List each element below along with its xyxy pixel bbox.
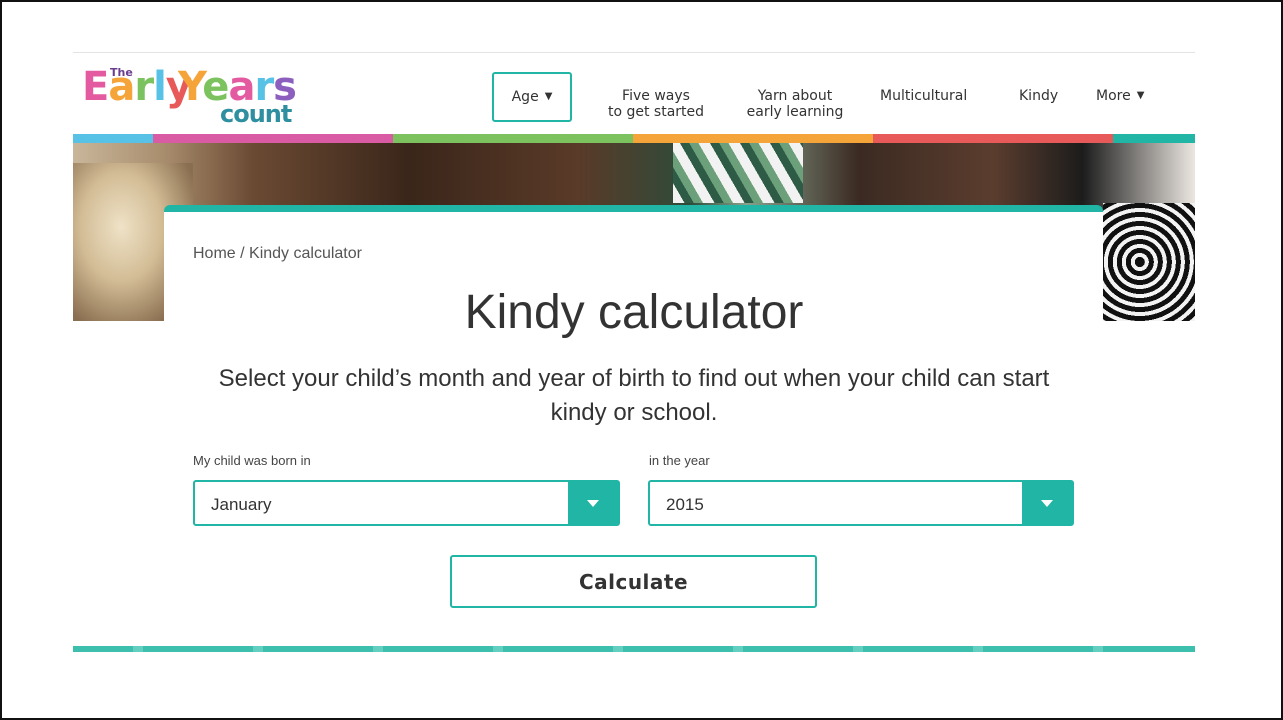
nav-five-ways-line2: to get started — [607, 104, 705, 120]
site-logo[interactable]: The Early Years count — [82, 64, 297, 128]
year-label: in the year — [649, 453, 710, 468]
chevron-down-icon — [1041, 499, 1053, 507]
year-select-toggle[interactable] — [1022, 482, 1072, 524]
page-title: Kindy calculator — [464, 286, 804, 339]
chevron-down-icon — [587, 499, 599, 507]
footer-bar — [73, 646, 1195, 652]
caret-down-icon: ▼ — [544, 91, 553, 102]
nav-yarn-line2: early learning — [746, 104, 844, 120]
hero-striped-shirt — [673, 143, 803, 203]
nav-yarn-line1: Yarn about — [757, 88, 833, 104]
nav-more-dropdown[interactable]: More ▼ — [1096, 88, 1144, 104]
top-divider — [73, 52, 1195, 53]
year-select-value: 2015 — [666, 495, 704, 514]
logo-early: Early — [82, 64, 192, 110]
month-label: My child was born in — [193, 453, 311, 468]
nav-yarn[interactable]: Yarn about early learning — [738, 88, 852, 120]
breadcrumb[interactable]: Home / Kindy calculator — [193, 245, 362, 263]
calculate-button[interactable]: Calculate — [450, 555, 817, 608]
nav-kindy[interactable]: Kindy — [1019, 88, 1058, 104]
color-bar-segment — [73, 134, 153, 143]
color-bar — [73, 134, 1195, 143]
color-bar-segment — [873, 134, 1113, 143]
color-bar-segment — [1113, 134, 1195, 143]
nav-age-dropdown[interactable]: Age ▼ — [492, 72, 572, 122]
color-bar-segment — [393, 134, 633, 143]
month-select-value: January — [211, 495, 272, 514]
nav-five-ways-line1: Five ways — [622, 88, 690, 104]
month-select[interactable]: January — [193, 480, 620, 526]
color-bar-segment — [153, 134, 393, 143]
color-bar-segment — [633, 134, 873, 143]
year-select[interactable]: 2015 — [648, 480, 1074, 526]
nav-five-ways[interactable]: Five ways to get started — [600, 88, 712, 120]
caret-down-icon: ▼ — [1136, 90, 1145, 101]
page-subtitle: Select your child’s month and year of bi… — [218, 365, 1050, 426]
nav-more-label: More — [1096, 88, 1131, 104]
month-select-toggle[interactable] — [568, 482, 618, 524]
logo-count: count — [220, 100, 292, 128]
nav-age-label: Age — [511, 89, 539, 105]
nav-multicultural[interactable]: Multicultural — [880, 88, 967, 104]
